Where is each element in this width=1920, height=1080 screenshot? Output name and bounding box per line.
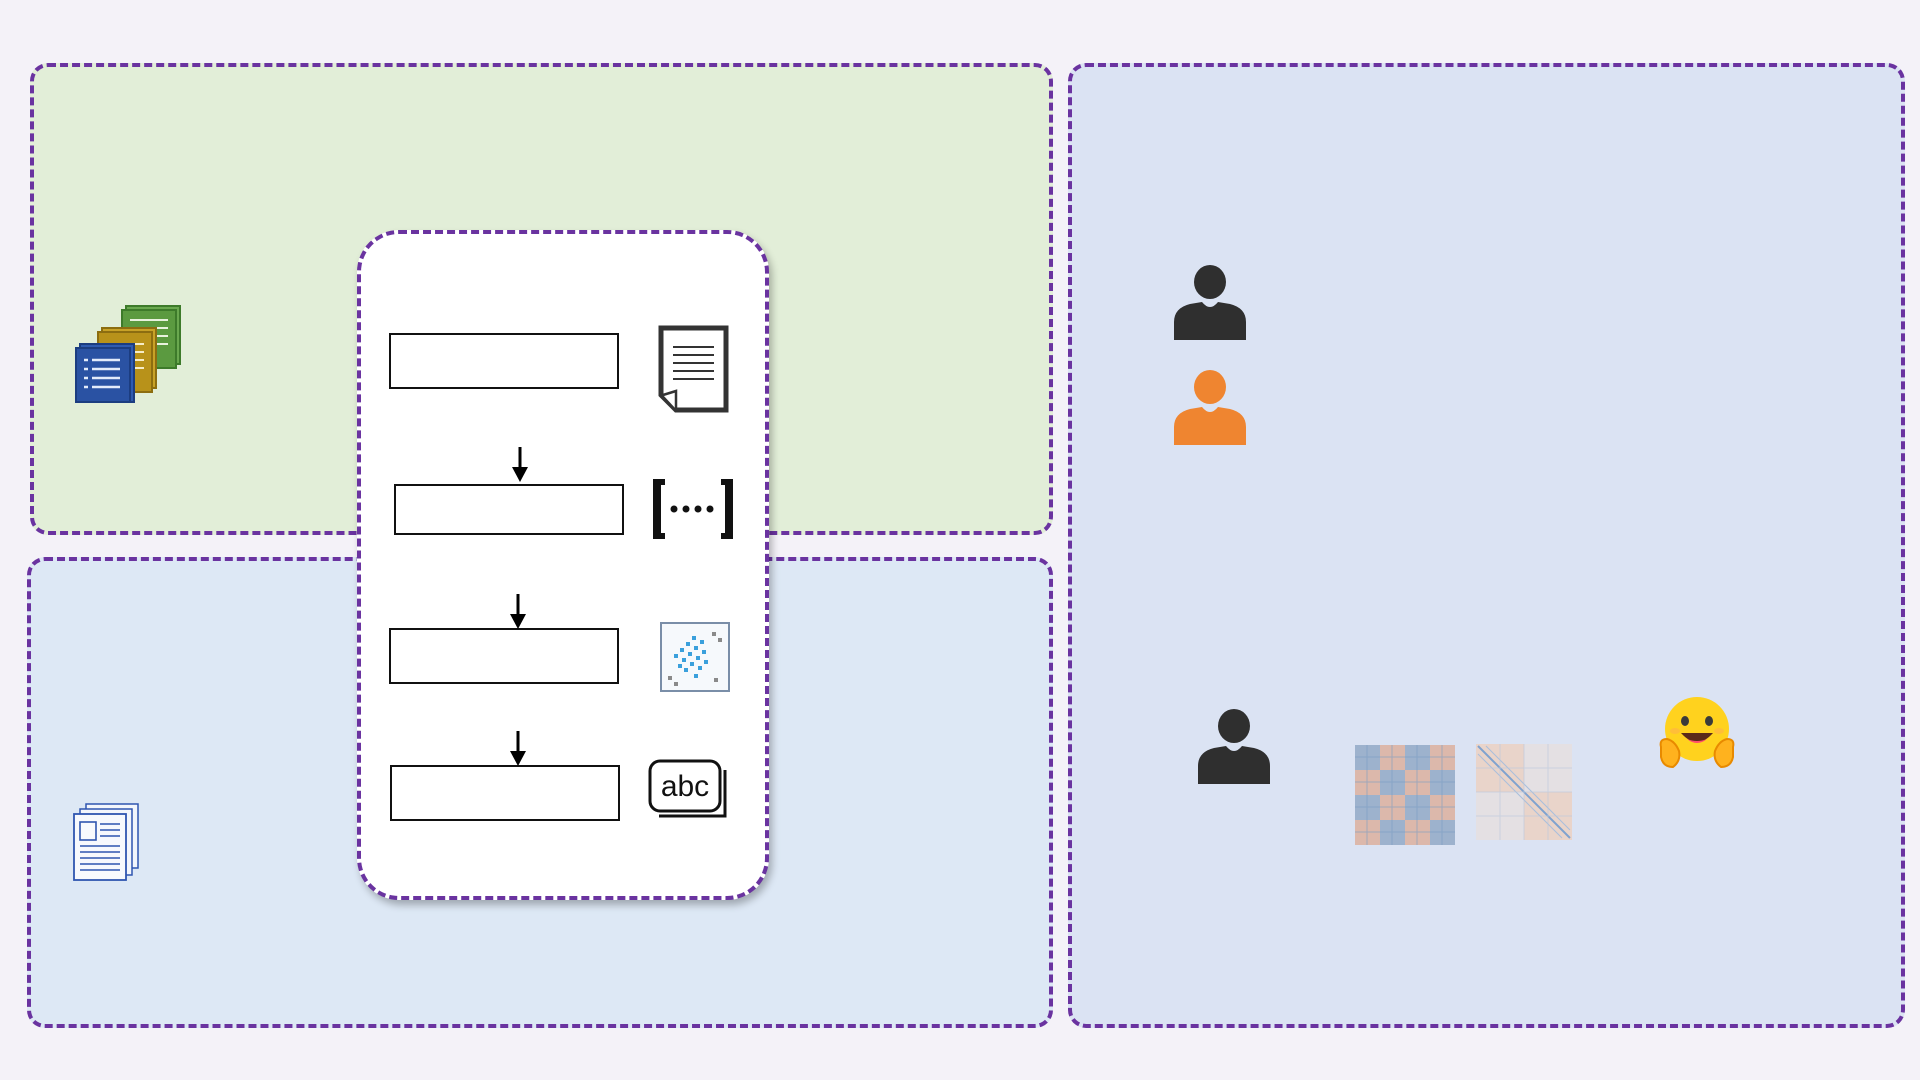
diagram-canvas: abc — [0, 0, 1920, 1080]
hugging-face-emoji-icon — [1659, 697, 1735, 769]
down-arrow-1 — [512, 447, 528, 482]
matrix-heatmap-icon — [1355, 745, 1455, 845]
pipeline-card: abc — [357, 230, 769, 900]
down-arrow-2 — [510, 594, 526, 629]
pipeline-step-2-box — [394, 484, 624, 535]
abc-text-icon: abc — [648, 759, 727, 818]
news-pages-icon — [73, 803, 139, 881]
pipeline-step-3-box — [389, 628, 619, 684]
right-panel — [1068, 63, 1905, 1028]
stacked-color-documents-icon — [75, 305, 181, 403]
svg-text:abc: abc — [661, 770, 709, 803]
person-dark-icon — [1174, 265, 1246, 340]
matrix-heatmap-icon-2 — [1476, 744, 1572, 840]
down-arrow-3 — [510, 731, 526, 766]
bracket-list-icon — [653, 479, 733, 539]
pipeline-step-4-box — [390, 765, 620, 821]
document-icon — [658, 325, 729, 413]
scatter-matrix-icon — [660, 622, 730, 692]
person-orange-icon — [1174, 370, 1246, 445]
pipeline-step-1-box — [389, 333, 619, 389]
person-dark-icon-2 — [1198, 709, 1270, 784]
